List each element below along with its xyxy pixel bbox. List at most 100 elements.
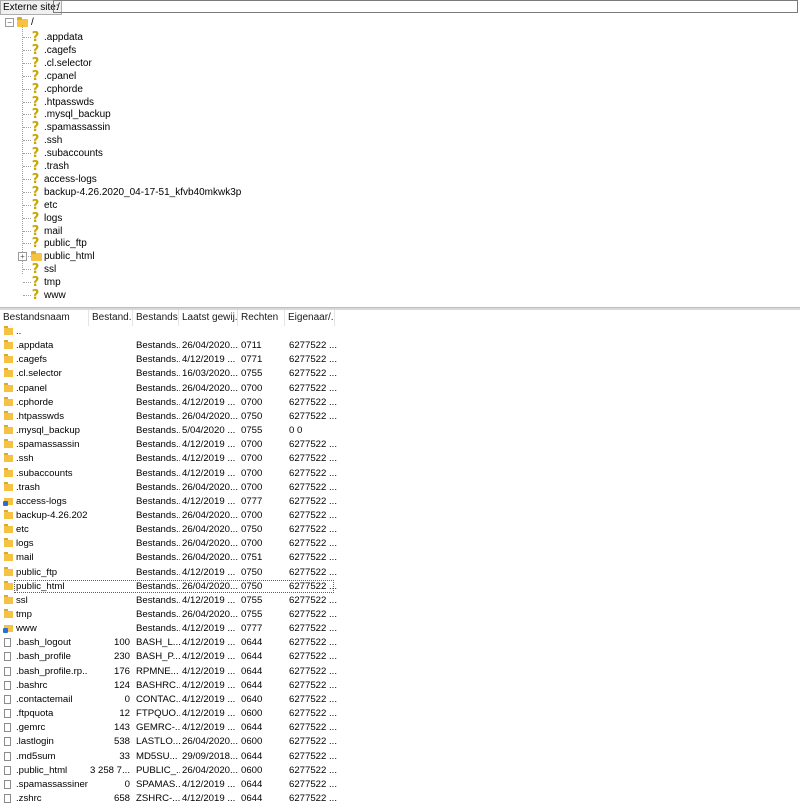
tree-item[interactable]: + public_html <box>0 250 400 263</box>
last-modified-cell: 16/03/2020... <box>182 368 238 379</box>
tree-item[interactable]: ? .spamassassin <box>0 121 400 134</box>
file-row[interactable]: logs Bestands... 26/04/2020... 0700 6277522 … <box>0 537 800 551</box>
file-row[interactable]: .bash_logout 100 BASH_L... 4/12/2019 ... 064… <box>0 636 800 650</box>
remote-path-input[interactable]: / <box>53 0 798 13</box>
file-size-cell <box>90 452 130 466</box>
file-row[interactable]: .spamassassin Bestands... 4/12/2019 ... 070… <box>0 438 800 452</box>
tree-item[interactable]: ? ssl <box>0 263 400 276</box>
tree-item[interactable]: ? .cphorde <box>0 83 400 96</box>
last-modified-cell: 4/12/2019 ... <box>182 595 236 606</box>
remote-directory-tree: − / ? .appdata? .cagefs? .cl.selector? .cpan… <box>0 14 800 306</box>
file-row[interactable]: access-logs Bestands... 4/12/2019 ... 0777 6… <box>0 495 800 509</box>
last-modified-cell: 4/12/2019 ... <box>182 651 236 662</box>
file-row[interactable]: .bash_profile 230 BASH_P... 4/12/2019 ... 06… <box>0 650 800 664</box>
last-modified-cell: 26/04/2020... <box>182 482 238 493</box>
tree-item[interactable]: ? .trash <box>0 160 400 173</box>
column-header-owner-group[interactable]: Eigenaar/... <box>285 310 335 326</box>
file-row[interactable]: .lastlogin 538 LASTLO... 26/04/2020... 0600 6… <box>0 735 800 749</box>
tree-item-label: .subaccounts <box>44 148 103 159</box>
folder-icon <box>4 538 13 547</box>
permissions-cell: 0700 <box>241 482 263 493</box>
permissions-cell: 0755 <box>241 609 263 620</box>
file-type-cell: Bestands... <box>136 368 180 379</box>
file-name-cell: .gemrc <box>16 722 46 733</box>
file-row[interactable]: .cl.selector Bestands... 16/03/2020... 0755… <box>0 367 800 381</box>
tree-item[interactable]: ? etc <box>0 199 400 212</box>
file-row[interactable]: .md5sum 33 MD5SU... 29/09/2018... 0644 627752… <box>0 750 800 764</box>
parent-directory-row[interactable]: .. <box>0 325 800 339</box>
column-header-filename[interactable]: Bestandsnaam <box>0 310 89 326</box>
file-row[interactable]: .ftpquota 12 FTPQUO... 4/12/2019 ... 0600 627… <box>0 707 800 721</box>
tree-item[interactable]: ? backup-4.26.2020_04-17-51_kfvb40mkwk3p <box>0 186 400 199</box>
file-type-cell: ZSHRC-... <box>136 793 180 803</box>
file-row[interactable]: .gemrc 143 GEMRC-... 4/12/2019 ... 0644 62775… <box>0 721 800 735</box>
file-row[interactable]: .cagefs Bestands... 4/12/2019 ... 0771 62775… <box>0 353 800 367</box>
file-row[interactable]: mail Bestands... 26/04/2020... 0751 6277522 … <box>0 551 800 565</box>
file-size-cell: 176 <box>113 666 130 677</box>
permissions-cell: 0644 <box>241 779 263 790</box>
collapse-icon[interactable]: − <box>5 18 14 27</box>
file-row[interactable]: .cpanel Bestands... 26/04/2020... 0700 62775… <box>0 382 800 396</box>
permissions-cell: 0644 <box>241 680 263 691</box>
tree-root[interactable]: − / <box>0 16 60 29</box>
file-row[interactable]: .bash_profile.rp... 176 RPMNE... 4/12/2019 … <box>0 665 800 679</box>
file-row[interactable]: public_ftp Bestands... 4/12/2019 ... 0750 62… <box>0 566 800 580</box>
file-row[interactable]: .bashrc 124 BASHRC... 4/12/2019 ... 0644 6277… <box>0 679 800 693</box>
tree-item-label: tmp <box>44 277 61 288</box>
file-size-cell: 230 <box>113 651 130 662</box>
tree-item[interactable]: ? tmp <box>0 276 400 289</box>
file-row[interactable]: public_html Bestands... 26/04/2020... 0750 6… <box>0 580 800 594</box>
file-row[interactable]: ssl Bestands... 4/12/2019 ... 0755 6277522 .… <box>0 594 800 608</box>
tree-item[interactable]: ? .cl.selector <box>0 57 400 70</box>
tree-item[interactable]: ? .subaccounts <box>0 147 400 160</box>
file-row[interactable]: .contactemail 0 CONTAC... 4/12/2019 ... 0640… <box>0 693 800 707</box>
tree-item[interactable]: ? logs <box>0 212 400 225</box>
tree-item[interactable]: ? www <box>0 289 400 302</box>
last-modified-cell: 26/04/2020... <box>182 510 238 521</box>
tree-item[interactable]: ? public_ftp <box>0 237 400 250</box>
permissions-cell: 0700 <box>241 453 263 464</box>
folder-icon <box>4 510 13 519</box>
file-row[interactable]: .htpasswds Bestands... 26/04/2020... 0750 62… <box>0 410 800 424</box>
file-row[interactable]: etc Bestands... 26/04/2020... 0750 6277522 .… <box>0 523 800 537</box>
file-size-cell <box>90 382 130 396</box>
file-name-cell: .ftpquota <box>16 708 54 719</box>
file-row[interactable]: .public_html 3 258 7... PUBLIC_... 26/04/20… <box>0 764 800 778</box>
permissions-cell: 0644 <box>241 793 263 803</box>
tree-item[interactable]: ? .cpanel <box>0 70 400 83</box>
file-type-cell: Bestands... <box>136 425 180 436</box>
tree-item[interactable]: ? .ssh <box>0 134 400 147</box>
column-header-last-modified[interactable]: Laatst gewij... <box>179 310 238 326</box>
file-size-cell <box>90 523 130 537</box>
permissions-cell: 0700 <box>241 397 263 408</box>
tree-item[interactable]: ? access-logs <box>0 173 400 186</box>
file-size-cell <box>90 551 130 565</box>
permissions-cell: 0755 <box>241 425 263 436</box>
file-row[interactable]: .spamassassinen... 0 SPAMAS...4/12/2019 ..… <box>0 778 800 792</box>
owner-cell: 6277522 ... <box>289 736 337 747</box>
file-icon <box>4 780 11 789</box>
file-row[interactable]: .appdata Bestands... 26/04/2020... 0711 6277… <box>0 339 800 353</box>
unknown-folder-icon: ? <box>31 236 40 251</box>
file-row[interactable]: www Bestands... 4/12/2019 ... 0777 6277522 .… <box>0 622 800 636</box>
last-modified-cell: 4/12/2019 ... <box>182 708 236 719</box>
expand-icon[interactable]: + <box>18 252 27 261</box>
file-row[interactable]: backup-4.26.202... Bestands... 26/04/2020.… <box>0 509 800 523</box>
file-row[interactable]: .subaccounts Bestands... 4/12/2019 ... 0700… <box>0 467 800 481</box>
file-row[interactable]: tmp Bestands... 26/04/2020... 0755 6277522 .… <box>0 608 800 622</box>
file-type-cell: FTPQUO... <box>136 708 180 719</box>
tree-item[interactable]: ? .cagefs <box>0 44 400 57</box>
owner-cell: 6277522 ... <box>289 765 337 776</box>
file-row[interactable]: .zshrc 658 ZSHRC-... 4/12/2019 ... 0644 62775… <box>0 792 800 803</box>
permissions-cell: 0771 <box>241 354 263 365</box>
column-header-filesize[interactable]: Bestand... <box>89 310 133 326</box>
file-row[interactable]: .cphorde Bestands... 4/12/2019 ... 0700 6277… <box>0 396 800 410</box>
file-type-cell: LASTLO... <box>136 736 180 747</box>
column-header-permissions[interactable]: Rechten <box>238 310 285 326</box>
file-row[interactable]: .ssh Bestands... 4/12/2019 ... 0700 6277522 … <box>0 452 800 466</box>
file-row[interactable]: .mysql_backup Bestands... 5/04/2020 ... 075… <box>0 424 800 438</box>
tree-item[interactable]: ? .appdata <box>0 31 400 44</box>
column-header-filetype[interactable]: Bestands... <box>133 310 179 326</box>
file-row[interactable]: .trash Bestands... 26/04/2020... 0700 627752… <box>0 481 800 495</box>
tree-item[interactable]: ? .mysql_backup <box>0 108 400 121</box>
